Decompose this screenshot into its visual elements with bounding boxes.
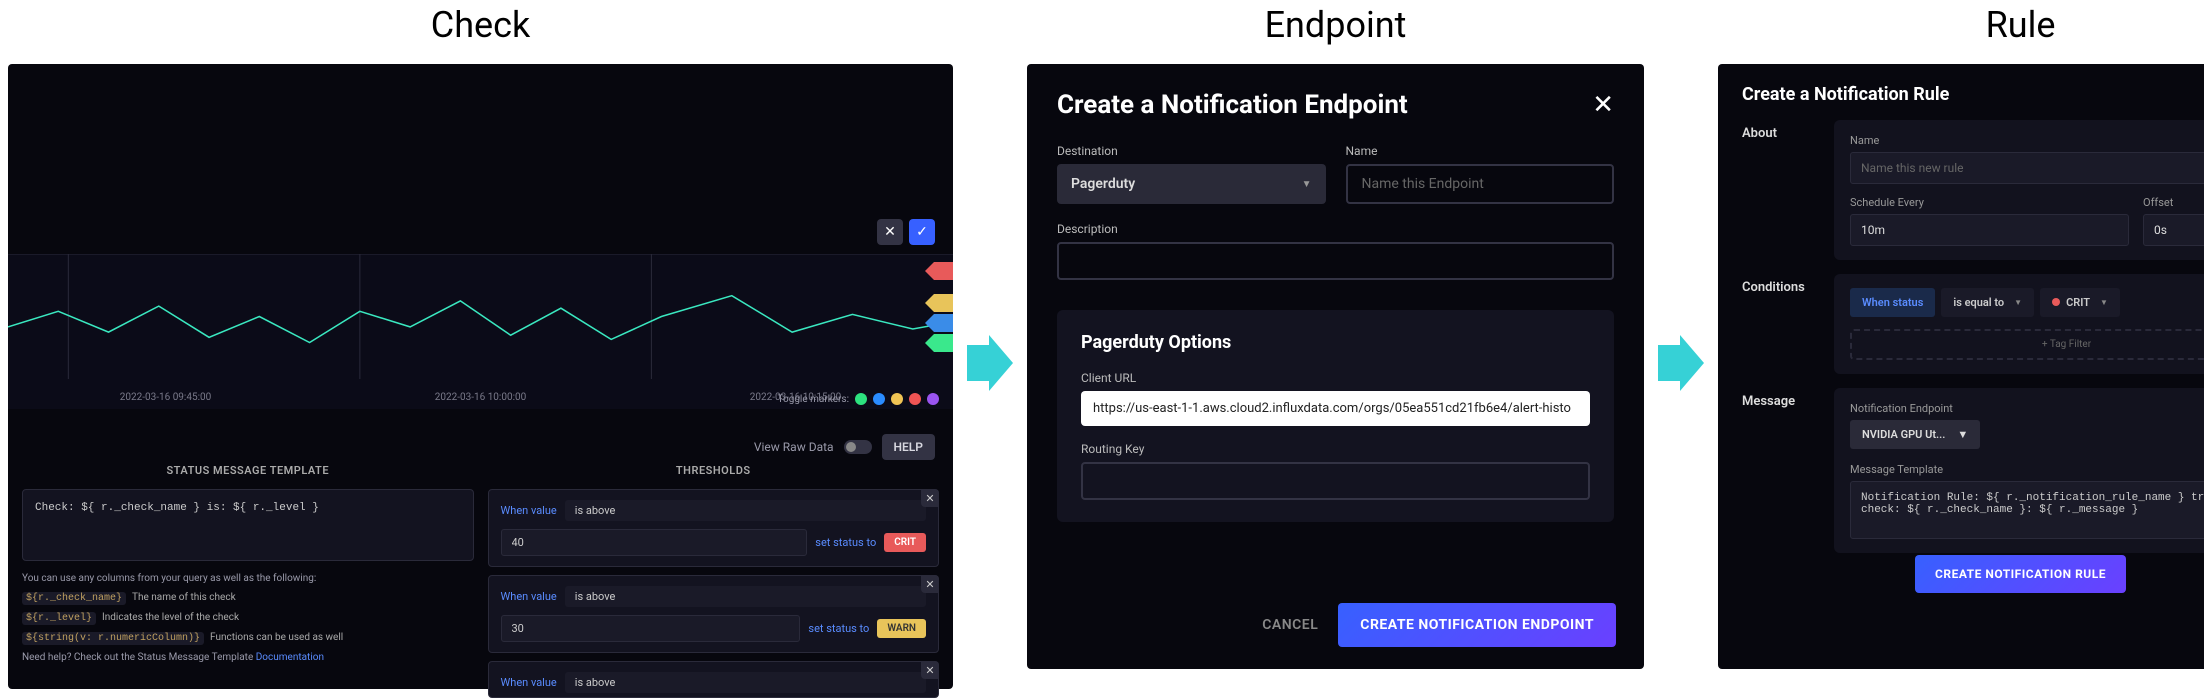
options-title: Pagerduty Options: [1081, 332, 1590, 353]
name-label: Name: [1346, 144, 1615, 158]
add-tag-filter-button[interactable]: + Tag Filter: [1850, 329, 2204, 360]
close-icon[interactable]: ✕: [1592, 90, 1614, 120]
status-badge-warn[interactable]: WARN: [877, 619, 926, 638]
set-status-label: set status to: [808, 622, 869, 635]
when-value-label: When value: [501, 590, 557, 603]
chevron-down-icon: ▼: [1302, 179, 1312, 190]
arrow-icon: [967, 335, 1013, 395]
view-raw-toggle[interactable]: [844, 440, 872, 454]
about-label: About: [1742, 120, 1816, 260]
threshold-flag-ok[interactable]: [925, 334, 953, 352]
rule-panel: Create a Notification Rule ✕ About Name …: [1718, 64, 2204, 669]
conditions-label: Conditions: [1742, 274, 1816, 374]
threshold-value-input[interactable]: [501, 529, 808, 556]
offset-label: Offset: [2143, 196, 2204, 209]
check-panel: ✕ ✓ 2022-03-16 09: [8, 64, 953, 689]
endpoint-select[interactable]: NVIDIA GPU Ut...▼: [1850, 420, 1980, 449]
threshold-flag-warn[interactable]: [925, 294, 953, 312]
conditions-section: When status is equal to▼ CRIT▼ + Tag Fil…: [1834, 274, 2204, 374]
about-section: Name Schedule Every Offset: [1834, 120, 2204, 260]
routing-key-input[interactable]: [1081, 462, 1590, 500]
check-confirm-button[interactable]: ✓: [909, 219, 935, 245]
arrow-icon: [1658, 335, 1704, 395]
message-section: Notification Endpoint NVIDIA GPU Ut...▼ …: [1834, 388, 2204, 553]
destination-select[interactable]: Pagerduty ▼: [1057, 164, 1326, 204]
threshold-remove-button[interactable]: ✕: [921, 575, 939, 593]
create-rule-button[interactable]: CREATE NOTIFICATION RULE: [1915, 555, 2126, 593]
endpoint-select-label: Notification Endpoint: [1850, 402, 2204, 415]
rule-name-input[interactable]: [1850, 152, 2204, 184]
marker-eye-unknown[interactable]: [927, 393, 939, 405]
status-template-input[interactable]: Check: ${ r._check_name } is: ${ r._leve…: [22, 489, 474, 561]
marker-eye-warn[interactable]: [891, 393, 903, 405]
description-label: Description: [1057, 222, 1614, 236]
status-template-header: STATUS MESSAGE TEMPLATE: [22, 464, 474, 477]
threshold-flag-crit[interactable]: [925, 262, 953, 280]
chart-line: [8, 254, 953, 379]
client-url-input[interactable]: [1081, 391, 1590, 426]
when-value-label: When value: [501, 676, 557, 689]
marker-eye-crit[interactable]: [909, 393, 921, 405]
toggle-markers: Toggle markers:: [778, 393, 939, 405]
msg-template-label: Message Template: [1850, 463, 2204, 476]
rule-title: Create a Notification Rule: [1742, 84, 1949, 105]
template-hints: You can use any columns from your query …: [22, 569, 474, 667]
set-status-label: set status to: [815, 536, 876, 549]
operator-select[interactable]: is above: [565, 500, 926, 521]
schedule-label: Schedule Every: [1850, 196, 2129, 209]
threshold-flag-info[interactable]: [925, 314, 953, 332]
description-input[interactable]: [1057, 242, 1614, 280]
threshold-card: ✕ When value is above: [488, 661, 940, 698]
threshold-card: ✕ When value is above set status to CRIT: [488, 489, 940, 567]
when-status-chip: When status: [1850, 288, 1935, 317]
status-badge-crit[interactable]: CRIT: [884, 533, 926, 552]
endpoint-panel: Create a Notification Endpoint ✕ Destina…: [1027, 64, 1644, 669]
msg-template-input[interactable]: Notification Rule: ${ r._notification_ru…: [1850, 481, 2204, 539]
level-select[interactable]: CRIT▼: [2040, 288, 2120, 317]
client-url-label: Client URL: [1081, 371, 1590, 385]
section-title-rule: Rule: [1986, 4, 2056, 46]
operator-select[interactable]: is above: [565, 586, 926, 607]
rule-name-label: Name: [1850, 134, 2204, 147]
view-raw-label: View Raw Data: [754, 440, 834, 454]
when-value-label: When value: [501, 504, 557, 517]
endpoint-name-input[interactable]: [1346, 164, 1615, 204]
pagerduty-options: Pagerduty Options Client URL Routing Key: [1057, 310, 1614, 522]
marker-eye-ok[interactable]: [855, 393, 867, 405]
help-button[interactable]: HELP: [882, 434, 935, 460]
documentation-link[interactable]: Documentation: [256, 652, 324, 663]
destination-label: Destination: [1057, 144, 1326, 158]
endpoint-title: Create a Notification Endpoint: [1057, 90, 1408, 120]
cancel-button[interactable]: CANCEL: [1262, 617, 1318, 633]
check-chart: 2022-03-16 09:45:00 2022-03-16 10:00:00 …: [8, 254, 953, 409]
threshold-value-input[interactable]: [501, 615, 801, 642]
check-cancel-button[interactable]: ✕: [877, 219, 903, 245]
offset-input[interactable]: [2143, 214, 2204, 246]
threshold-remove-button[interactable]: ✕: [921, 661, 939, 679]
create-endpoint-button[interactable]: CREATE NOTIFICATION ENDPOINT: [1338, 603, 1616, 647]
routing-key-label: Routing Key: [1081, 442, 1590, 456]
threshold-card: ✕ When value is above set status to WARN: [488, 575, 940, 653]
comparator-select[interactable]: is equal to▼: [1941, 288, 2034, 317]
threshold-remove-button[interactable]: ✕: [921, 489, 939, 507]
schedule-input[interactable]: [1850, 214, 2129, 246]
section-title-check: Check: [431, 4, 530, 46]
marker-eye-info[interactable]: [873, 393, 885, 405]
section-title-endpoint: Endpoint: [1265, 4, 1407, 46]
operator-select[interactable]: is above: [565, 672, 926, 693]
message-label: Message: [1742, 388, 1816, 553]
thresholds-header: THRESHOLDS: [488, 464, 940, 477]
